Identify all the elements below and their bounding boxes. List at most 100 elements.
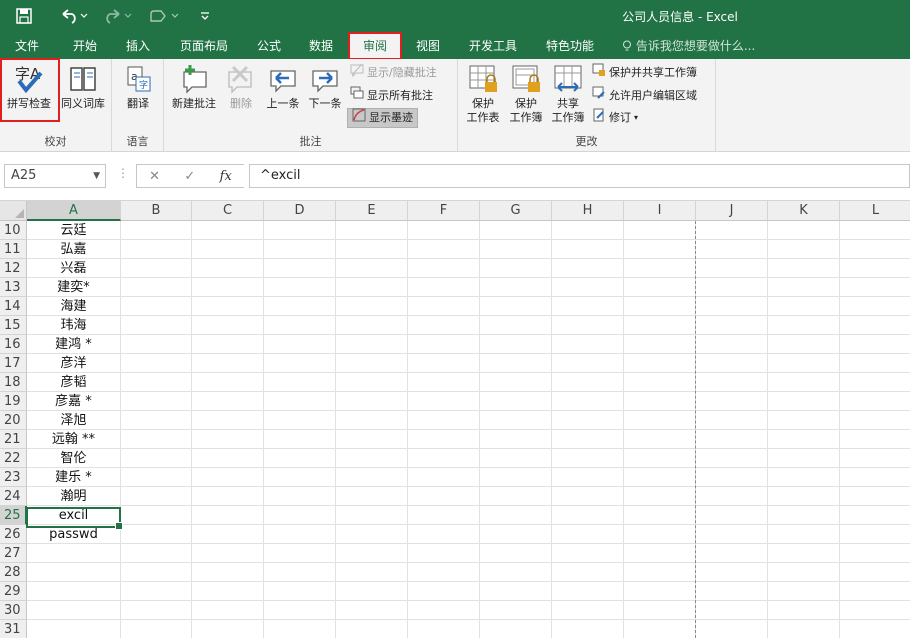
cell[interactable] <box>408 582 480 601</box>
cell[interactable] <box>121 316 192 335</box>
cell[interactable] <box>840 373 910 392</box>
cell[interactable] <box>552 468 624 487</box>
cell[interactable] <box>264 392 336 411</box>
cell[interactable] <box>408 297 480 316</box>
cell[interactable] <box>408 373 480 392</box>
cell-a[interactable]: 泽旭 <box>27 411 121 430</box>
cell[interactable] <box>480 582 552 601</box>
cell[interactable] <box>408 354 480 373</box>
row-header[interactable]: 16 <box>0 335 27 354</box>
cell[interactable] <box>264 620 336 638</box>
cell[interactable] <box>480 221 552 240</box>
cell-a[interactable] <box>27 544 121 563</box>
cell[interactable] <box>121 354 192 373</box>
cell[interactable] <box>552 506 624 525</box>
cell-a[interactable] <box>27 620 121 638</box>
cell[interactable] <box>696 601 768 620</box>
cell[interactable] <box>840 525 910 544</box>
cell[interactable] <box>408 430 480 449</box>
cell[interactable] <box>121 259 192 278</box>
cell[interactable] <box>552 373 624 392</box>
row-header[interactable]: 10 <box>0 221 27 240</box>
cell[interactable] <box>121 563 192 582</box>
cell[interactable] <box>480 316 552 335</box>
tab-page-layout[interactable]: 页面布局 <box>172 36 236 56</box>
cell[interactable] <box>264 221 336 240</box>
cell[interactable] <box>408 487 480 506</box>
cell[interactable] <box>192 354 264 373</box>
show-ink-button[interactable]: 显示墨迹 <box>347 108 418 128</box>
cell[interactable] <box>552 411 624 430</box>
cell[interactable] <box>624 582 696 601</box>
cell-a[interactable]: 玮海 <box>27 316 121 335</box>
cell[interactable] <box>336 506 408 525</box>
cell[interactable] <box>696 354 768 373</box>
save-icon[interactable] <box>12 6 36 26</box>
cell[interactable] <box>552 449 624 468</box>
cell[interactable] <box>696 240 768 259</box>
new-comment-button[interactable]: 新建批注 <box>168 63 220 111</box>
column-header-i[interactable]: I <box>624 201 696 221</box>
row-header[interactable]: 27 <box>0 544 27 563</box>
undo-icon[interactable] <box>56 6 92 26</box>
show-hide-comment-button[interactable]: 显示/隐藏批注 <box>350 63 437 83</box>
cell[interactable] <box>624 221 696 240</box>
cell[interactable] <box>336 221 408 240</box>
row-header[interactable]: 28 <box>0 563 27 582</box>
cell[interactable] <box>408 468 480 487</box>
cell[interactable] <box>696 278 768 297</box>
cell[interactable] <box>336 297 408 316</box>
cell[interactable] <box>480 411 552 430</box>
cell-a[interactable]: 瀚明 <box>27 487 121 506</box>
cell[interactable] <box>408 525 480 544</box>
cell[interactable] <box>768 316 840 335</box>
cell[interactable] <box>696 506 768 525</box>
confirm-entry-button[interactable]: ✓ <box>184 169 195 184</box>
cell[interactable] <box>696 221 768 240</box>
cell[interactable] <box>840 316 910 335</box>
cell-a[interactable]: 建奕* <box>27 278 121 297</box>
cell[interactable] <box>840 221 910 240</box>
cell[interactable] <box>264 297 336 316</box>
cell-a[interactable]: excil <box>27 506 121 525</box>
cell[interactable] <box>264 563 336 582</box>
cell[interactable] <box>121 468 192 487</box>
cell[interactable] <box>768 373 840 392</box>
cell[interactable] <box>121 506 192 525</box>
cell[interactable] <box>336 240 408 259</box>
cell[interactable] <box>624 430 696 449</box>
cell[interactable] <box>264 506 336 525</box>
cell[interactable] <box>840 354 910 373</box>
cell[interactable] <box>121 297 192 316</box>
cell[interactable] <box>624 411 696 430</box>
row-header[interactable]: 30 <box>0 601 27 620</box>
protect-and-share-button[interactable]: 保护并共享工作簿 <box>592 63 697 83</box>
row-header[interactable]: 23 <box>0 468 27 487</box>
cell[interactable] <box>552 221 624 240</box>
select-all-corner[interactable] <box>0 201 27 221</box>
tab-view[interactable]: 视图 <box>405 36 451 56</box>
delete-comment-button[interactable]: 删除 <box>222 63 260 111</box>
cell[interactable] <box>480 449 552 468</box>
cell[interactable] <box>696 563 768 582</box>
cell[interactable] <box>552 430 624 449</box>
cell[interactable] <box>121 525 192 544</box>
cell[interactable] <box>336 582 408 601</box>
cell[interactable] <box>264 240 336 259</box>
cell[interactable] <box>121 449 192 468</box>
cell[interactable] <box>336 620 408 638</box>
cell[interactable] <box>408 221 480 240</box>
share-workbook-button[interactable]: 共享 工作簿 <box>547 63 589 125</box>
cell[interactable] <box>696 525 768 544</box>
cell[interactable] <box>408 449 480 468</box>
tab-file[interactable]: 文件 <box>4 36 50 56</box>
cancel-entry-button[interactable]: ✕ <box>149 169 160 184</box>
cell[interactable] <box>480 620 552 638</box>
row-header[interactable]: 13 <box>0 278 27 297</box>
cell[interactable] <box>696 411 768 430</box>
previous-comment-button[interactable]: 上一条 <box>262 63 304 111</box>
cell[interactable] <box>264 278 336 297</box>
cell[interactable] <box>552 525 624 544</box>
cell[interactable] <box>552 601 624 620</box>
cell[interactable] <box>840 601 910 620</box>
